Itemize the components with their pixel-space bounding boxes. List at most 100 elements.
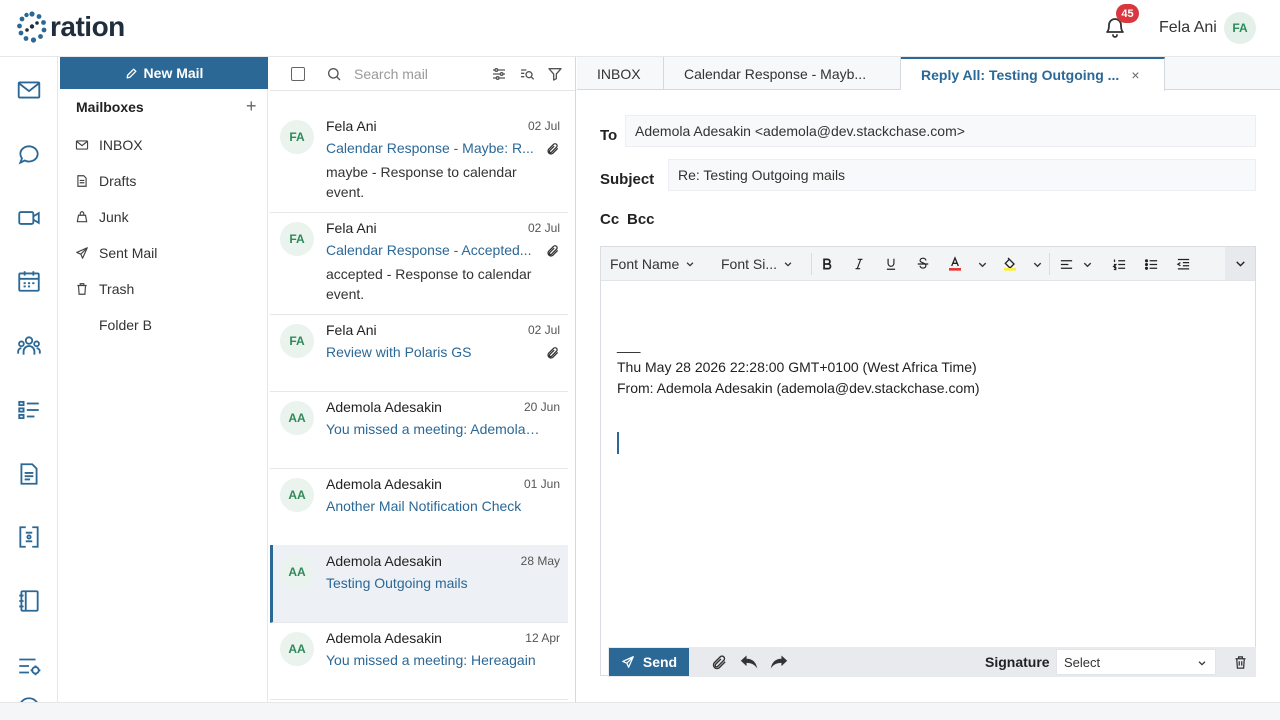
folder-label: Folder B (99, 317, 152, 333)
font-name-label: Font Name (610, 256, 680, 272)
add-folder-button[interactable]: + (246, 97, 257, 115)
chevron-down-icon[interactable] (973, 255, 991, 273)
send-button[interactable]: Send (609, 648, 689, 676)
tab-inbox[interactable]: INBOX (577, 57, 664, 90)
message-editor[interactable]: Font Name Font Si... ___ Thu May 28 2026… (600, 246, 1256, 676)
app-logo[interactable]: ration (16, 10, 125, 44)
strikethrough-icon[interactable] (914, 255, 932, 273)
signature-selected-value: Select (1064, 654, 1101, 670)
mail-subject: Review with Polaris GS (326, 344, 472, 360)
mail-sender: Fela Ani (326, 220, 377, 236)
tab-reply-all[interactable]: Reply All: Testing Outgoing ... × (901, 57, 1165, 91)
mail-preview: maybe - Response to calendar event. (326, 164, 517, 200)
signature-select[interactable]: Select (1056, 649, 1216, 675)
sender-avatar: AA (280, 478, 314, 512)
drive-icon[interactable] (16, 524, 42, 550)
cc-toggle[interactable]: Cc (600, 211, 619, 228)
mail-list-item-selected[interactable]: AA Ademola Adesakin 28 May Testing Outgo… (270, 545, 568, 623)
mail-subject: Calendar Response - Maybe: R... (326, 140, 534, 156)
folder-drafts[interactable]: Drafts (74, 168, 260, 194)
chat-icon[interactable] (16, 141, 42, 167)
chevron-down-icon[interactable] (1028, 255, 1046, 273)
search-input[interactable] (354, 63, 484, 85)
mailboxes-panel: New Mail Mailboxes + INBOX Drafts Junk S… (60, 57, 268, 702)
highlight-color-icon[interactable] (1001, 255, 1019, 273)
folder-junk[interactable]: Junk (74, 204, 260, 230)
mail-subject: You missed a meeting: Ademola's ... (326, 421, 540, 437)
quoted-from-line: From: Ademola Adesakin (ademola@dev.stac… (617, 380, 980, 396)
mail-list-item[interactable]: AA Ademola Adesakin 01 Jun Another Mail … (270, 468, 568, 546)
mail-date: 12 Apr (525, 631, 560, 645)
ordered-list-icon[interactable] (1110, 255, 1128, 273)
outdent-icon[interactable] (1174, 255, 1192, 273)
bold-icon[interactable] (818, 255, 836, 273)
mail-date: 02 Jul (527, 323, 560, 337)
italic-icon[interactable] (850, 255, 868, 273)
to-field[interactable]: Ademola Adesakin <ademola@dev.stackchase… (625, 115, 1256, 147)
close-tab-icon[interactable]: × (1131, 67, 1139, 83)
redo-icon[interactable] (769, 653, 789, 671)
compose-action-bar: Send Signature Select (608, 647, 1256, 677)
tab-bar: INBOX Calendar Response - Mayb... Reply … (577, 57, 1280, 91)
pencil-icon (126, 68, 137, 78)
filter-sliders-icon[interactable] (491, 66, 507, 82)
new-mail-label: New Mail (143, 65, 204, 81)
logo-mark-icon (17, 11, 47, 43)
document-icon[interactable] (16, 461, 42, 487)
mail-preview: accepted - Response to calendar event. (326, 266, 532, 302)
mail-list-item[interactable]: FA Fela Ani 02 Jul Calendar Response - A… (270, 212, 568, 315)
chevron-down-icon (784, 262, 792, 267)
help-icon[interactable] (16, 695, 42, 702)
attachment-icon (547, 245, 559, 257)
folder-folder-b[interactable]: Folder B (74, 312, 260, 338)
align-icon[interactable] (1057, 255, 1075, 273)
undo-icon[interactable] (739, 653, 759, 671)
attachment-icon[interactable] (709, 653, 729, 671)
mail-date: 02 Jul (527, 119, 560, 133)
select-all-checkbox[interactable] (291, 67, 305, 81)
mail-sender: Fela Ani (326, 118, 377, 134)
discard-trash-icon[interactable] (1230, 653, 1250, 671)
compose-panel: INBOX Calendar Response - Mayb... Reply … (577, 57, 1280, 702)
folder-sent-mail[interactable]: Sent Mail (74, 240, 260, 266)
mail-sender: Ademola Adesakin (326, 553, 442, 569)
mail-icon[interactable] (16, 77, 42, 103)
bcc-toggle[interactable]: Bcc (627, 211, 655, 228)
toolbar-more-chevron-icon[interactable] (1225, 247, 1255, 280)
notebook-icon[interactable] (16, 588, 42, 614)
contacts-icon[interactable] (16, 333, 42, 359)
font-name-dropdown[interactable]: Font Name (610, 255, 695, 273)
underline-icon[interactable] (882, 255, 900, 273)
mail-list-item[interactable]: FA Fela Ani 02 Jul Calendar Response - M… (270, 110, 568, 213)
mail-subject: Another Mail Notification Check (326, 498, 522, 514)
bullet-list-icon[interactable] (1142, 255, 1160, 273)
tasks-icon[interactable] (16, 397, 42, 423)
advanced-search-icon[interactable] (519, 66, 535, 82)
send-label: Send (642, 654, 678, 670)
chevron-down-icon (1198, 661, 1206, 666)
folder-trash[interactable]: Trash (74, 276, 260, 302)
user-name[interactable]: Fela Ani (1159, 19, 1217, 37)
calendar-icon[interactable] (16, 268, 42, 294)
attachment-icon (547, 143, 559, 155)
mailboxes-title: Mailboxes (76, 99, 144, 115)
user-avatar[interactable]: FA (1224, 12, 1256, 44)
folder-inbox[interactable]: INBOX (74, 132, 260, 158)
filter-funnel-icon[interactable] (547, 66, 563, 82)
mail-list-item[interactable]: AA Ademola Adesakin 20 Jun You missed a … (270, 391, 568, 469)
font-color-icon[interactable] (946, 255, 964, 273)
settings-list-icon[interactable] (16, 653, 42, 679)
video-icon[interactable] (16, 205, 42, 231)
mail-sender: Ademola Adesakin (326, 399, 442, 415)
font-size-dropdown[interactable]: Font Si... (721, 255, 793, 273)
subject-field[interactable]: Re: Testing Outgoing mails (668, 159, 1256, 191)
new-mail-button[interactable]: New Mail (60, 57, 268, 89)
chevron-down-icon[interactable] (1078, 255, 1096, 273)
mail-list-item[interactable]: FA Fela Ani 02 Jul Review with Polaris G… (270, 314, 568, 392)
tab-calendar-response[interactable]: Calendar Response - Mayb... (664, 57, 901, 90)
folder-label: Sent Mail (99, 245, 158, 261)
to-label: To (600, 127, 618, 144)
send-icon (621, 656, 634, 668)
sender-avatar: FA (280, 324, 314, 358)
mail-list-item[interactable]: AA Ademola Adesakin 12 Apr You missed a … (270, 622, 568, 700)
